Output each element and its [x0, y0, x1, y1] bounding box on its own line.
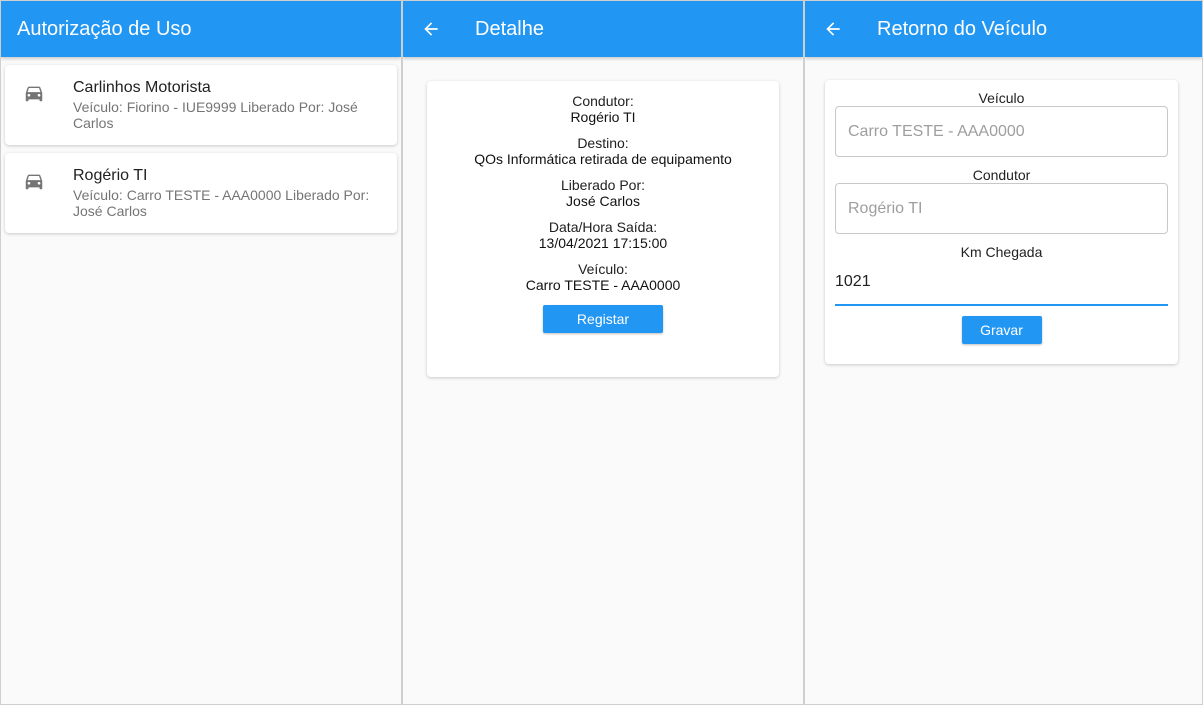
- detail-screen: Detalhe Condutor: Rogério TI Destino: QO…: [402, 0, 804, 705]
- screen-title: Detalhe: [475, 17, 544, 40]
- driver-label: Condutor: [972, 167, 1031, 183]
- field-value: José Carlos: [566, 193, 640, 209]
- list-item-title: Carlinhos Motorista: [73, 79, 211, 96]
- field-label: Liberado Por:: [560, 177, 646, 193]
- screen-title: Autorização de Uso: [17, 17, 192, 40]
- car-icon: [23, 82, 45, 104]
- km-arrival-input[interactable]: [835, 260, 1168, 306]
- app-bar: Retorno do Veículo: [805, 1, 1202, 57]
- car-icon: [23, 170, 45, 192]
- field-vehicle: Veículo: Carro TESTE - AAA0000: [443, 261, 763, 293]
- field-label: Veículo:: [578, 261, 628, 277]
- save-button[interactable]: Gravar: [961, 316, 1042, 344]
- field-driver: Condutor: Rogério TI: [443, 93, 763, 125]
- km-arrival-label: Km Chegada: [960, 244, 1043, 260]
- list-item[interactable]: Carlinhos Motorista Veículo: Fiorino - I…: [5, 65, 397, 145]
- authorization-list: Carlinhos Motorista Veículo: Fiorino - I…: [1, 57, 401, 233]
- list-item[interactable]: Rogério TI Veículo: Carro TESTE - AAA000…: [5, 153, 397, 233]
- vehicle-return-screen: Retorno do Veículo Veículo Condutor Km C…: [804, 0, 1203, 705]
- field-destination: Destino: QOs Informática retirada de equ…: [443, 135, 763, 167]
- list-item-subtitle: Veículo: Fiorino - IUE9999 Liberado Por:…: [73, 99, 358, 131]
- app-bar: Detalhe: [403, 1, 803, 57]
- field-value: Rogério TI: [570, 109, 636, 125]
- vehicle-input[interactable]: [835, 106, 1168, 157]
- field-value: Carro TESTE - AAA0000: [525, 277, 681, 293]
- list-item-title: Rogério TI: [73, 167, 148, 184]
- detail-card: Condutor: Rogério TI Destino: QOs Inform…: [427, 81, 779, 377]
- field-label: Condutor:: [572, 93, 634, 109]
- driver-input[interactable]: [835, 183, 1168, 234]
- field-value: QOs Informática retirada de equipamento: [474, 151, 732, 167]
- authorization-list-screen: Autorização de Uso Carlinhos Motorista V…: [0, 0, 402, 705]
- register-return-button[interactable]: Registar Retorno: [543, 305, 663, 355]
- list-item-subtitle: Veículo: Carro TESTE - AAA0000 Liberado …: [73, 187, 370, 219]
- arrow-back-icon[interactable]: [419, 17, 443, 41]
- field-departure-datetime: Data/Hora Saída: 13/04/2021 17:15:00: [443, 219, 763, 251]
- arrow-back-icon[interactable]: [821, 17, 845, 41]
- field-label: Destino:: [577, 135, 629, 151]
- field-value: 13/04/2021 17:15:00: [538, 235, 668, 251]
- return-form-card: Veículo Condutor Km Chegada Gravar: [825, 80, 1178, 364]
- screen-title: Retorno do Veículo: [877, 17, 1048, 40]
- app-bar: Autorização de Uso: [1, 1, 401, 57]
- field-released-by: Liberado Por: José Carlos: [443, 177, 763, 209]
- field-label: Data/Hora Saída:: [548, 219, 658, 235]
- vehicle-label: Veículo: [978, 90, 1025, 106]
